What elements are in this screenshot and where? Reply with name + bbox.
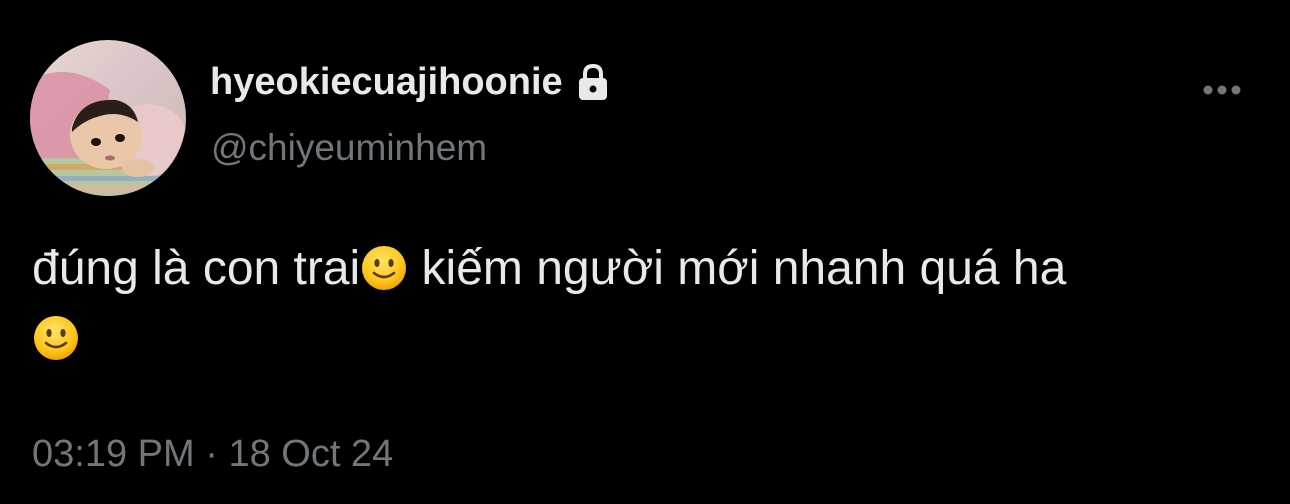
tweet-text-part2: kiếm người mới nhanh quá ha bbox=[408, 242, 1067, 295]
avatar[interactable] bbox=[30, 40, 186, 196]
slightly-smiling-face-icon bbox=[360, 244, 408, 292]
tweet-card: hyeokiecuajihoonie @chiyeuminhem đúng là… bbox=[0, 0, 1290, 504]
timestamp-separator: · bbox=[205, 433, 218, 475]
tweet-text-part1: đúng là con trai bbox=[32, 242, 361, 295]
author-handle[interactable]: @chiyeuminhem bbox=[211, 124, 487, 172]
display-name[interactable]: hyeokiecuajihoonie bbox=[210, 56, 563, 108]
tweet-date[interactable]: 18 Oct 24 bbox=[228, 433, 393, 475]
more-options-button[interactable] bbox=[1200, 70, 1244, 110]
author-name-row: hyeokiecuajihoonie bbox=[210, 56, 613, 108]
baby-photo-avatar bbox=[30, 40, 186, 196]
tweet-timestamp: 03:19 PM · 18 Oct 24 bbox=[32, 428, 393, 480]
more-horizontal-icon bbox=[1203, 85, 1241, 95]
tweet-time[interactable]: 03:19 PM bbox=[32, 433, 195, 475]
slightly-smiling-face-icon bbox=[32, 314, 80, 362]
lock-icon bbox=[573, 62, 613, 102]
tweet-text: đúng là con trai kiếm người mới nhanh qu… bbox=[32, 234, 1272, 374]
